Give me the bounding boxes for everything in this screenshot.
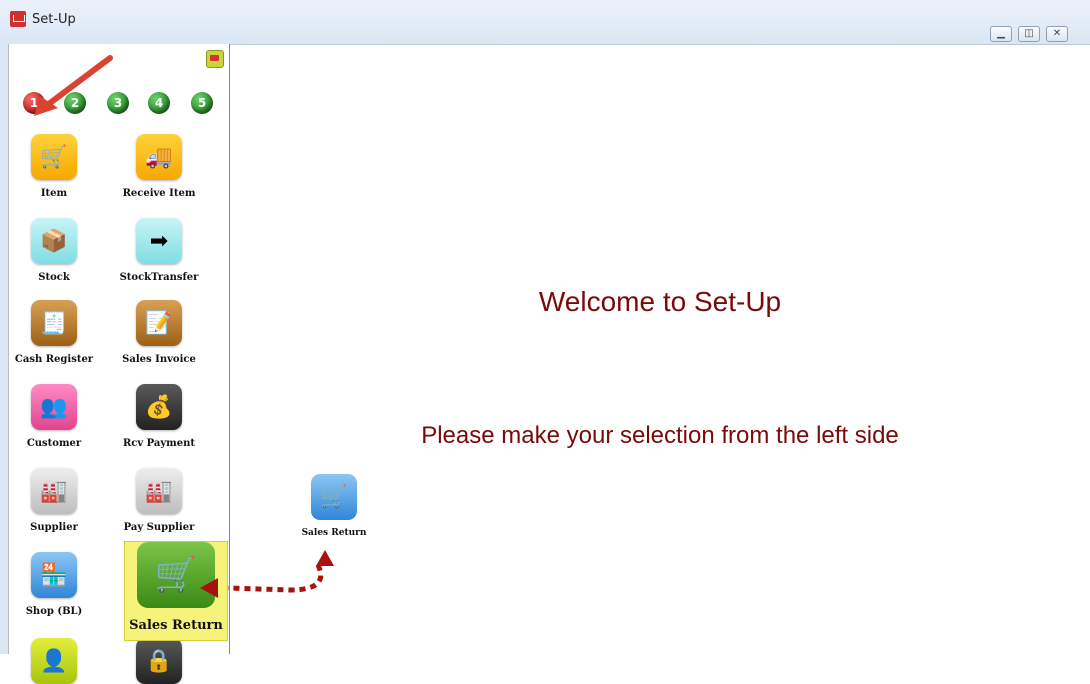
- floating-sales-return-tile[interactable]: 🛒 Sales Return: [294, 474, 374, 538]
- shopping-cart-icon: 🛒: [31, 134, 77, 180]
- close-button[interactable]: ✕: [1046, 26, 1068, 42]
- tile-sales-return[interactable]: 🛒: [137, 542, 215, 608]
- tile-item[interactable]: 🛒 Item: [9, 134, 99, 199]
- tile-label: Shop (BL): [25, 606, 83, 617]
- tile-user[interactable]: 👤: [9, 638, 99, 684]
- tile-label: Item: [40, 188, 68, 199]
- tile-stock[interactable]: 📦 Stock: [9, 218, 99, 283]
- tile-lock[interactable]: 🔒: [114, 638, 204, 684]
- welcome-heading: Welcome to Set-Up: [538, 286, 782, 317]
- tile-customer[interactable]: 👥 Customer: [9, 384, 99, 449]
- dotted-connector: [227, 563, 324, 593]
- tile-stock-transfer[interactable]: ➡ StockTransfer: [114, 218, 204, 283]
- page-button-2[interactable]: 2: [64, 92, 86, 114]
- page-button-4[interactable]: 4: [148, 92, 170, 114]
- tile-rcv-payment[interactable]: 💰 Rcv Payment: [114, 384, 204, 449]
- tile-receive-item[interactable]: 🚚 Receive Item: [114, 134, 204, 199]
- factory-icon: 🏭: [31, 468, 77, 514]
- title-bar: Set-Up ▁ ◫ ✕: [0, 0, 1090, 45]
- page-button-5[interactable]: 5: [191, 92, 213, 114]
- truck-icon: 🚚: [136, 134, 182, 180]
- tile-pay-supplier[interactable]: 🏭 Pay Supplier: [114, 468, 204, 533]
- tile-shop[interactable]: 🏪 Shop (BL): [9, 552, 99, 617]
- tile-label: Pay Supplier: [123, 522, 195, 533]
- restore-icon: ◫: [1024, 28, 1034, 39]
- app-cart-icon: [10, 11, 26, 27]
- tile-cash-register[interactable]: 🧾 Cash Register: [9, 300, 99, 365]
- box-transfer-icon: ➡: [136, 218, 182, 264]
- floating-tile-label: Sales Return: [301, 528, 367, 538]
- minimize-icon: ▁: [997, 28, 1005, 39]
- tile-sales-return-label: Sales Return: [129, 618, 223, 633]
- coin-stack-icon: 💰: [136, 384, 182, 430]
- restore-button[interactable]: ◫: [1018, 26, 1040, 42]
- tile-label: Rcv Payment: [122, 438, 196, 449]
- user-icon: 👤: [31, 638, 77, 684]
- cash-register-icon: 🧾: [31, 300, 77, 346]
- window-frame-left: [0, 44, 8, 654]
- cart-return-icon: 🛒: [154, 555, 198, 595]
- hand-truck-icon: 📦: [31, 218, 77, 264]
- minimize-button[interactable]: ▁: [990, 26, 1012, 42]
- tile-label: Cash Register: [14, 354, 94, 365]
- tile-label: Stock: [38, 272, 70, 283]
- page-button-1[interactable]: 1: [23, 92, 45, 114]
- tile-sales-invoice[interactable]: 📝 Sales Invoice: [114, 300, 204, 365]
- tile-supplier[interactable]: 🏭 Supplier: [9, 468, 99, 533]
- instruction-text: Please make your selection from the left…: [421, 422, 899, 449]
- tile-label: Sales Invoice: [122, 354, 196, 365]
- invoice-pen-icon: 📝: [136, 300, 182, 346]
- tile-label: StockTransfer: [119, 272, 199, 283]
- shop-icon: 🏪: [31, 552, 77, 598]
- tile-label: Customer: [26, 438, 82, 449]
- window-title: Set-Up: [32, 12, 76, 27]
- tile-label: Receive Item: [122, 188, 196, 199]
- dotted-arrowhead-up: [316, 550, 334, 566]
- cart-return-icon: 🛒: [311, 474, 357, 520]
- close-icon: ✕: [1052, 28, 1062, 39]
- factory-arrow-icon: 🏭: [136, 468, 182, 514]
- page-button-3[interactable]: 3: [107, 92, 129, 114]
- window-switch-icon[interactable]: [206, 50, 224, 68]
- customers-icon: 👥: [31, 384, 77, 430]
- lock-icon: 🔒: [136, 638, 182, 684]
- tile-label: Supplier: [30, 522, 78, 533]
